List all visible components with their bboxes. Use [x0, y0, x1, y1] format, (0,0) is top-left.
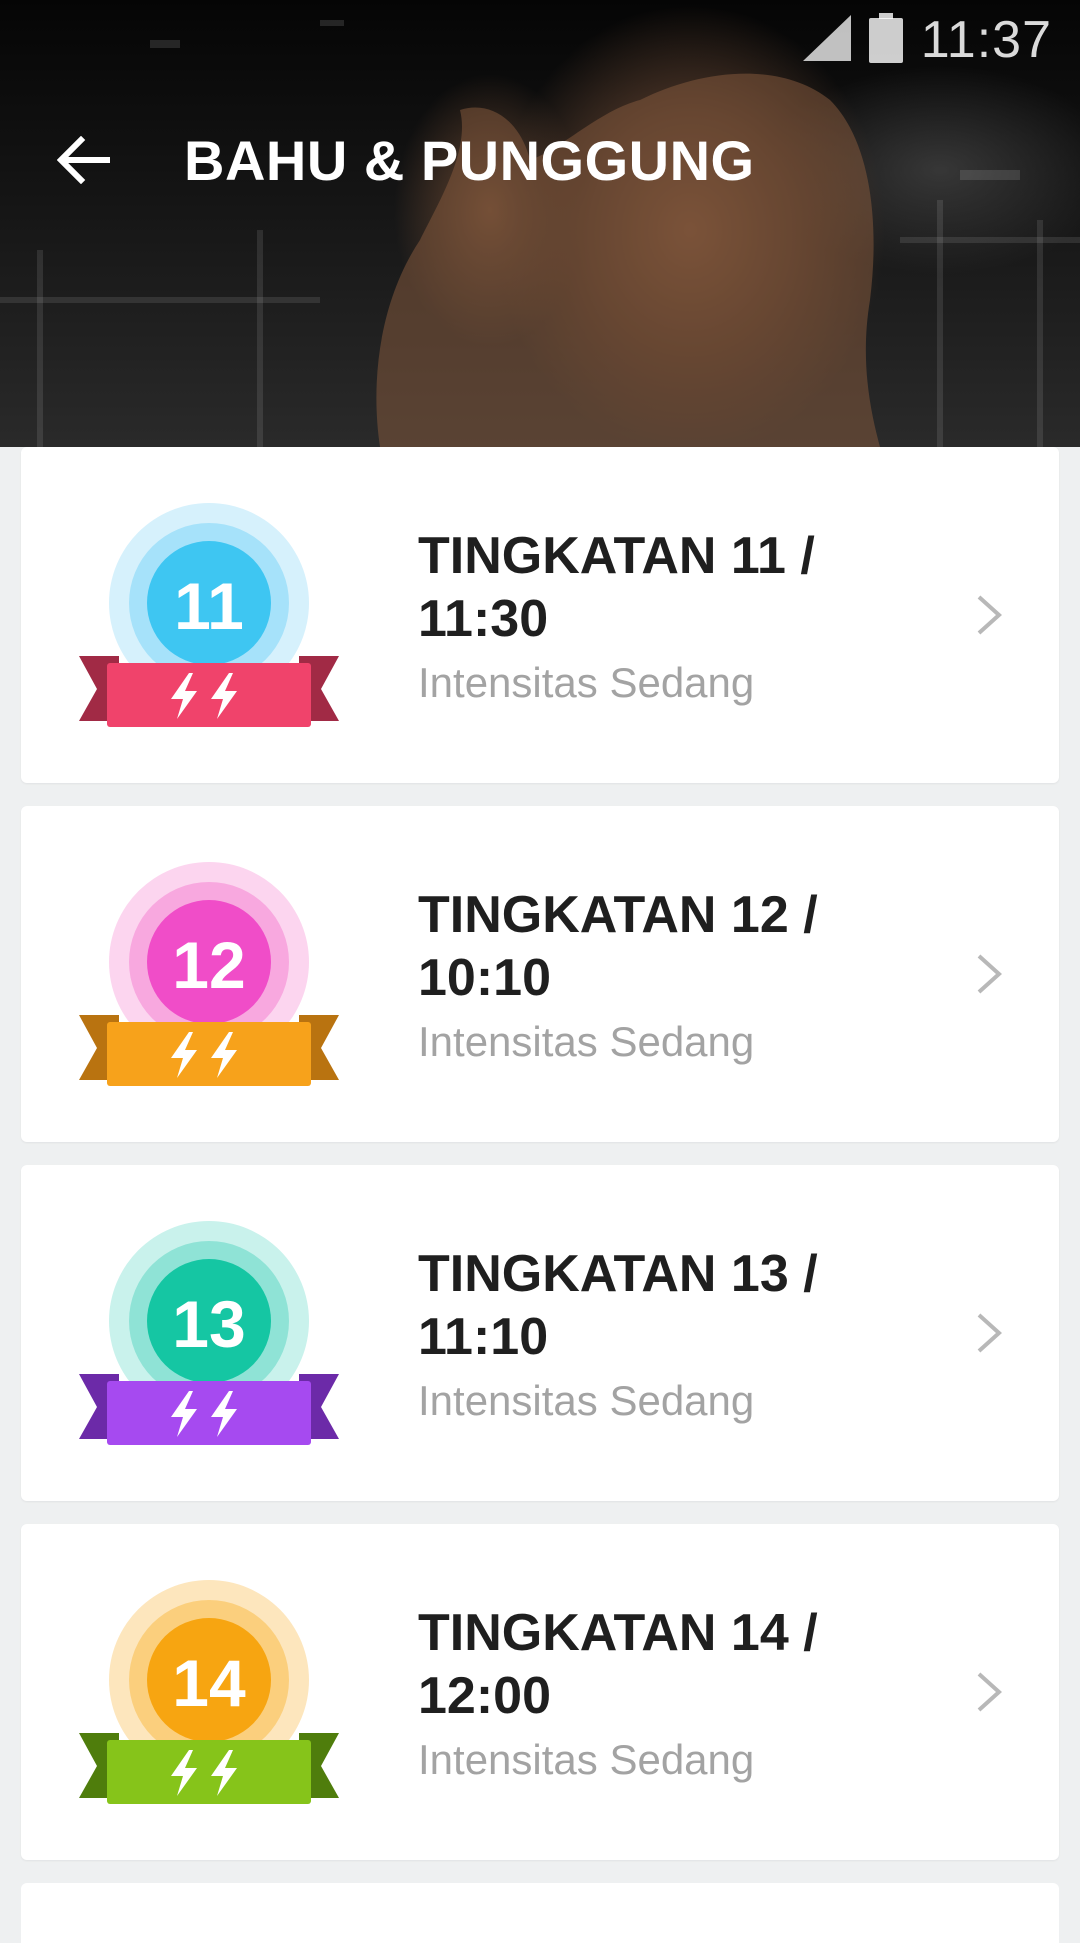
level-badge-icon: 11 — [79, 501, 339, 731]
toolbar: BAHU & PUNGGUNG — [0, 110, 1080, 210]
chevron-right-icon — [977, 595, 1002, 635]
status-time: 11:37 — [920, 11, 1052, 69]
level-badge-icon: 14 — [79, 1578, 339, 1808]
level-intensity: Intensitas Sedang — [418, 1377, 755, 1424]
level-card-11[interactable]: 11 TINGKATAN 11 / 11:30 Intensitas Sedan… — [21, 447, 1059, 783]
back-button[interactable] — [34, 110, 134, 210]
battery-icon — [868, 12, 903, 68]
badge-number: 13 — [172, 1287, 245, 1361]
level-intensity: Intensitas Sedang — [418, 1736, 755, 1783]
header-banner: 11:37 BAHU & PUNGGUNG — [0, 0, 1080, 447]
arrow-left-icon — [57, 136, 110, 184]
badge-number: 12 — [172, 928, 245, 1002]
chevron-right-icon — [977, 1672, 1002, 1712]
chevron-right-icon — [977, 954, 1002, 994]
chevron-right-icon — [977, 1313, 1002, 1353]
level-title: TINGKATAN 11 / 11:30 — [418, 527, 815, 648]
level-card-14[interactable]: 14 TINGKATAN 14 / 12:00 Intensitas Sedan… — [21, 1524, 1059, 1860]
level-intensity: Intensitas Sedang — [418, 1018, 755, 1065]
level-title: TINGKATAN 13 / 11:10 — [418, 1245, 818, 1366]
level-title: TINGKATAN 12 / 10:10 — [418, 886, 818, 1007]
badge-number: 11 — [174, 569, 244, 643]
level-intensity: Intensitas Sedang — [418, 659, 755, 706]
level-badge-icon: 13 — [79, 1219, 339, 1449]
page-title: BAHU & PUNGGUNG — [184, 128, 755, 192]
level-title: TINGKATAN 14 / 12:00 — [418, 1604, 818, 1725]
status-bar: 11:37 — [802, 10, 1052, 70]
signal-icon — [802, 14, 851, 66]
badge-number: 14 — [172, 1646, 246, 1720]
level-card-13[interactable]: 13 TINGKATAN 13 / 11:10 Intensitas Sedan… — [21, 1165, 1059, 1501]
level-card-12[interactable]: 12 TINGKATAN 12 / 10:10 Intensitas Sedan… — [21, 806, 1059, 1142]
level-badge-icon: 12 — [79, 860, 339, 1090]
level-card-partial[interactable] — [21, 1883, 1059, 1943]
